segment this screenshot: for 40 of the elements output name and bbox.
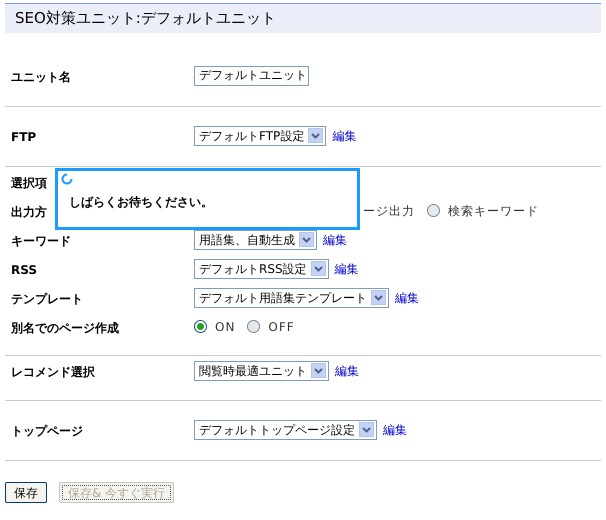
dropdown[interactable]: デフォルト用語集テンプレート <box>194 288 389 308</box>
dropdown[interactable]: 用語集、自動生成 <box>194 230 317 250</box>
unit-name-field[interactable]: デフォルトユニット <box>194 66 309 86</box>
caret-icon <box>359 422 374 437</box>
field-label: FTP <box>11 130 36 144</box>
dropdown[interactable]: デフォルトFTP設定 <box>194 126 326 146</box>
caret-icon <box>371 290 386 305</box>
radio-button[interactable] <box>194 320 207 333</box>
edit-link[interactable]: 編集 <box>332 126 356 144</box>
radio-label: 検索キーワード <box>448 202 539 220</box>
caret-icon <box>308 128 324 143</box>
radio-label: ージ出力 <box>363 202 415 220</box>
caret-icon <box>311 363 326 378</box>
dropdown[interactable]: デフォルトRSS設定 <box>194 258 329 278</box>
field-label: レコメンド選択 <box>11 364 95 378</box>
field-label: RSS <box>11 262 37 276</box>
radio-button[interactable] <box>247 320 260 333</box>
save-button[interactable]: 保存 <box>5 482 47 503</box>
page-title: SEO対策ユニット:デフォルトユニット <box>15 8 276 30</box>
edit-link[interactable]: 編集 <box>383 420 407 438</box>
spinner-icon <box>61 173 73 185</box>
dropdown[interactable]: デフォルトトップページ設定 <box>194 420 377 440</box>
edit-link[interactable]: 編集 <box>334 260 359 278</box>
radio-button[interactable] <box>427 204 440 217</box>
caret-icon <box>299 232 314 247</box>
caret-icon <box>310 261 326 276</box>
field-label: 出力方 <box>11 204 47 218</box>
field-label: トップページ <box>11 424 83 438</box>
radio-label: ON <box>215 318 236 336</box>
edit-link[interactable]: 編集 <box>335 362 359 380</box>
field-label: キーワード <box>11 234 71 248</box>
edit-link[interactable]: 編集 <box>323 230 347 248</box>
edit-link[interactable]: 編集 <box>395 288 419 306</box>
field-label: 選択項 <box>11 176 47 190</box>
radio-label: OFF <box>268 318 295 336</box>
loading-message: しばらくお待ちください。 <box>69 194 214 211</box>
field-label: 別名でのページ作成 <box>11 320 119 334</box>
dropdown[interactable]: 閲覧時最適ユニット <box>194 360 329 380</box>
field-label: ユニット名 <box>11 70 71 84</box>
field-label: テンプレート <box>11 292 83 306</box>
